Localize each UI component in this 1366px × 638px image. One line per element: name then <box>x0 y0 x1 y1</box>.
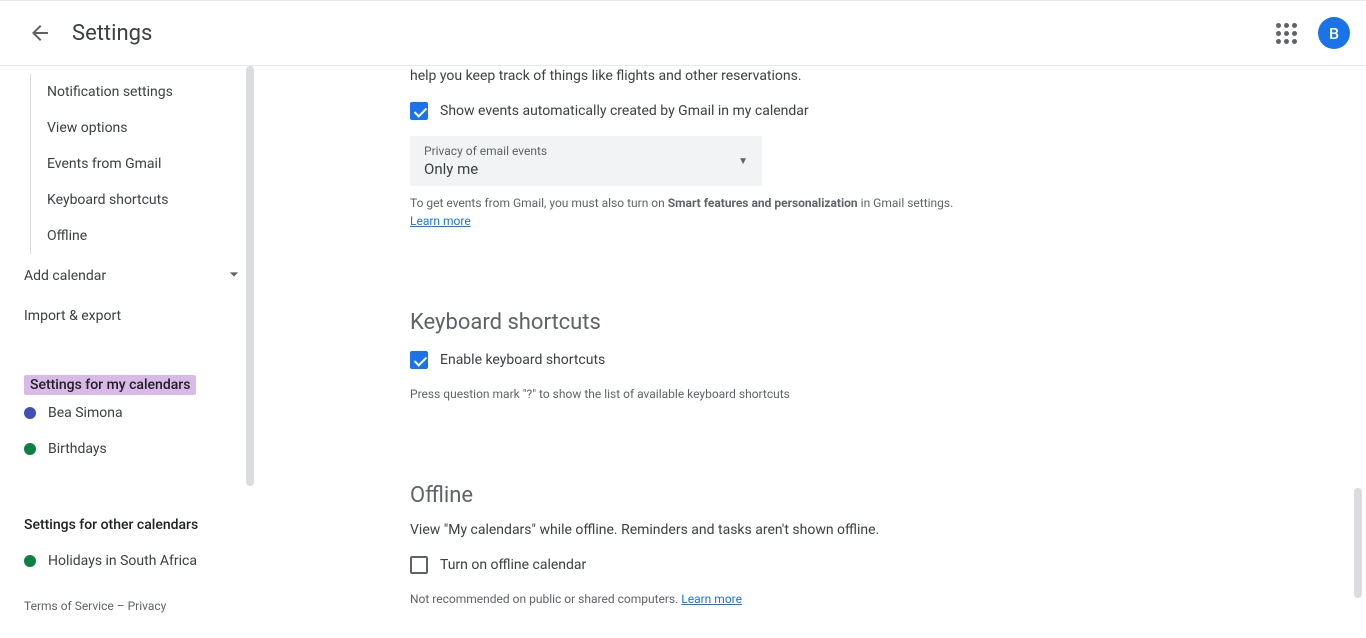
sidebar-general-subitems: Notification settings View options Event… <box>30 74 260 254</box>
main-content: help you keep track of things like fligh… <box>260 66 1366 638</box>
calendar-label: Birthdays <box>48 441 107 457</box>
sidebar-item-view-options[interactable]: View options <box>47 110 260 146</box>
sidebar-add-calendar-label: Add calendar <box>24 268 106 284</box>
back-button[interactable] <box>16 9 64 57</box>
calendar-label: Holidays in South Africa <box>48 553 197 569</box>
gmail-events-checkbox[interactable] <box>410 102 428 120</box>
sidebar-add-calendar[interactable]: Add calendar <box>24 254 260 298</box>
sidebar-item-offline[interactable]: Offline <box>47 218 260 254</box>
arrow-left-icon <box>28 21 52 45</box>
sidebar-other-calendars-heading: Settings for other calendars <box>24 507 198 543</box>
offline-help-text: Not recommended on public or shared comp… <box>410 590 1306 608</box>
offline-section: Offline View "My calendars" while offlin… <box>410 483 1306 608</box>
privacy-dropdown[interactable]: Privacy of email events Only me ▼ <box>410 136 762 186</box>
page-title: Settings <box>72 21 152 46</box>
gmail-events-description: help you keep track of things like fligh… <box>410 66 1306 86</box>
dropdown-arrow-icon: ▼ <box>738 156 748 167</box>
calendar-label: Bea Simona <box>48 405 123 421</box>
gmail-learn-more-link[interactable]: Learn more <box>410 214 471 228</box>
keyboard-checkbox-row: Enable keyboard shortcuts <box>410 351 1306 369</box>
sidebar-calendar-holidays-sa[interactable]: Holidays in South Africa <box>24 543 260 579</box>
container: Notification settings View options Event… <box>0 66 1366 638</box>
header: Settings B <box>0 0 1366 66</box>
gmail-events-checkbox-label: Show events automatically created by Gma… <box>440 103 809 119</box>
keyboard-shortcuts-checkbox[interactable] <box>410 351 428 369</box>
sidebar-scrollbar[interactable] <box>246 66 254 486</box>
privacy-dropdown-label: Privacy of email events <box>424 144 547 158</box>
calendar-color-dot <box>24 443 36 455</box>
keyboard-shortcuts-section: Keyboard shortcuts Enable keyboard short… <box>410 310 1306 403</box>
apps-icon <box>1276 23 1297 44</box>
keyboard-shortcuts-title: Keyboard shortcuts <box>410 310 1306 335</box>
main-scrollbar[interactable] <box>1354 488 1362 598</box>
sidebar-calendar-bea-simona[interactable]: Bea Simona <box>24 395 260 431</box>
sidebar-import-export[interactable]: Import & export <box>24 298 260 334</box>
sidebar: Notification settings View options Event… <box>0 66 260 638</box>
chevron-down-icon <box>224 264 244 288</box>
sidebar-item-events-from-gmail[interactable]: Events from Gmail <box>47 146 260 182</box>
sidebar-calendar-birthdays[interactable]: Birthdays <box>24 431 260 467</box>
calendar-color-dot <box>24 407 36 419</box>
avatar[interactable]: B <box>1318 17 1350 49</box>
offline-checkbox[interactable] <box>410 556 428 574</box>
sidebar-footer: Terms of Service – Privacy <box>24 579 260 621</box>
offline-learn-more-link[interactable]: Learn more <box>681 592 742 606</box>
header-actions: B <box>1266 13 1350 53</box>
sidebar-item-keyboard-shortcuts[interactable]: Keyboard shortcuts <box>47 182 260 218</box>
keyboard-help-text: Press question mark "?" to show the list… <box>410 385 1306 403</box>
keyboard-checkbox-label: Enable keyboard shortcuts <box>440 352 605 368</box>
sidebar-item-notification-settings[interactable]: Notification settings <box>47 74 260 110</box>
gmail-events-checkbox-row: Show events automatically created by Gma… <box>410 102 1306 120</box>
gmail-help-text: To get events from Gmail, you must also … <box>410 194 1306 230</box>
apps-button[interactable] <box>1266 13 1306 53</box>
offline-checkbox-row: Turn on offline calendar <box>410 556 1306 574</box>
privacy-link[interactable]: Privacy <box>128 599 167 613</box>
calendar-color-dot <box>24 555 36 567</box>
sidebar-my-calendars-heading: Settings for my calendars <box>24 375 196 395</box>
terms-link[interactable]: Terms of Service <box>24 599 114 613</box>
offline-title: Offline <box>410 483 1306 508</box>
offline-description: View "My calendars" while offline. Remin… <box>410 520 1306 540</box>
offline-checkbox-label: Turn on offline calendar <box>440 557 586 573</box>
privacy-dropdown-value: Only me <box>424 160 547 178</box>
